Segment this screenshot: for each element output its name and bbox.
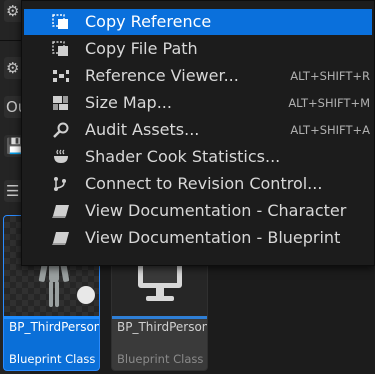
- screen: ⚙ ⚙ Ou 💾 S ☰ BP_ThirdPersonCharacter Blu…: [0, 0, 375, 374]
- menu-item-label: Size Map...: [85, 93, 172, 112]
- shader-cook-icon: [54, 149, 68, 163]
- toolbar-glyph-1: ⚙: [6, 2, 20, 20]
- menu-item-copy-file-path[interactable]: Copy File Path: [24, 36, 372, 62]
- documentation-icon: [52, 205, 69, 218]
- menu-item-copy-reference[interactable]: Copy Reference: [24, 9, 372, 35]
- menu-item-view-documentation-blueprint[interactable]: View Documentation - Blueprint: [24, 225, 372, 251]
- menu-item-shortcut: ALT+SHIFT+A: [290, 123, 370, 137]
- menu-item-label: View Documentation - Character: [85, 201, 347, 220]
- menu-item-shortcut: ALT+SHIFT+R: [290, 69, 370, 83]
- menu-item-revision-control[interactable]: Connect to Revision Control...: [24, 171, 372, 197]
- asset-type-color-bar: [4, 316, 99, 319]
- asset-type-color-bar: [112, 316, 207, 319]
- menu-item-audit-assets[interactable]: Audit Assets... ALT+SHIFT+A: [24, 117, 372, 143]
- documentation-icon: [52, 232, 69, 245]
- audit-assets-icon: [53, 122, 69, 138]
- toolbar-glyph-5: ☰: [6, 182, 20, 200]
- copy-reference-icon: [52, 14, 68, 29]
- menu-item-label: Copy File Path: [85, 39, 198, 58]
- menu-item-label: Connect to Revision Control...: [85, 174, 323, 193]
- menu-item-shader-cook-statistics[interactable]: Shader Cook Statistics...: [24, 144, 372, 170]
- menu-item-label: View Documentation - Blueprint: [85, 228, 341, 247]
- toolbar-glyph-2: ⚙: [6, 59, 20, 77]
- asset-name: BP_ThirdPersonGameMode: [117, 320, 207, 334]
- size-map-icon: [53, 96, 68, 110]
- menu-item-size-map[interactable]: Size Map... ALT+SHIFT+M: [24, 90, 372, 116]
- menu-item-shortcut: ALT+SHIFT+M: [288, 96, 370, 110]
- menu-item-label: Shader Cook Statistics...: [85, 147, 281, 166]
- actor-badge-icon: [77, 286, 95, 304]
- asset-name: BP_ThirdPersonCharacter: [9, 320, 100, 334]
- menu-item-view-documentation-character[interactable]: View Documentation - Character: [24, 198, 372, 224]
- copy-file-path-icon: [52, 41, 68, 56]
- revision-control-icon: [54, 177, 66, 191]
- menu-item-label: Reference Viewer...: [85, 66, 239, 85]
- asset-context-menu: Copy Reference Copy File Path Reference …: [21, 0, 375, 266]
- menu-item-reference-viewer[interactable]: Reference Viewer... ALT+SHIFT+R: [24, 63, 372, 89]
- menu-item-label: Copy Reference: [85, 12, 212, 31]
- reference-viewer-icon: [53, 70, 69, 82]
- menu-item-label: Audit Assets...: [85, 120, 200, 139]
- asset-type: Blueprint Class: [117, 352, 204, 366]
- asset-type: Blueprint Class: [9, 352, 96, 366]
